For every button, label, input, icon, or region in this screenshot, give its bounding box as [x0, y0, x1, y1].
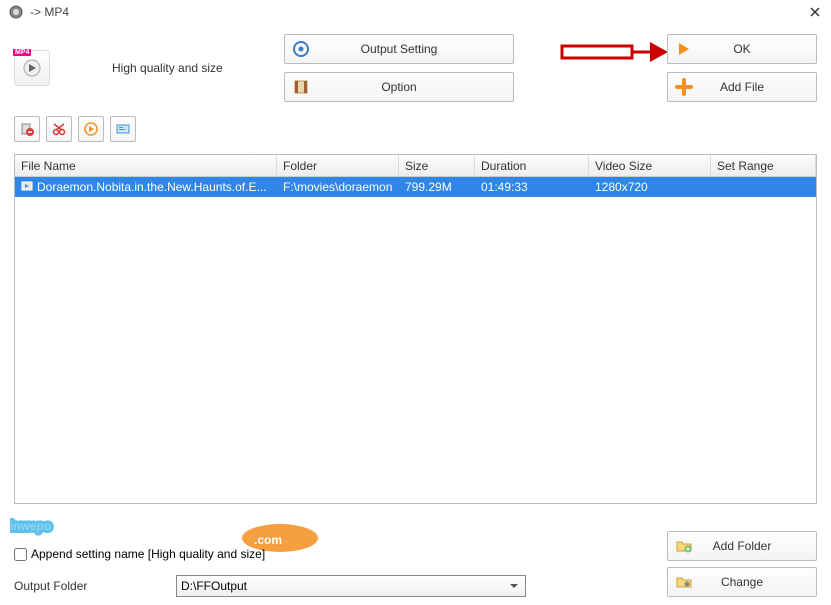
folder-gear-icon	[674, 572, 694, 592]
plus-icon	[674, 77, 694, 97]
append-setting-label: Append setting name [High quality and si…	[31, 547, 265, 561]
th-size[interactable]: Size	[399, 155, 475, 176]
play-arrow-icon	[674, 39, 694, 59]
top-section: MP4 High quality and size Output Setting…	[0, 24, 831, 112]
app-icon	[8, 4, 24, 20]
bottom-area: Append setting name [High quality and si…	[14, 547, 817, 597]
add-file-label: Add File	[720, 80, 764, 94]
add-folder-button[interactable]: Add Folder	[667, 531, 817, 561]
td-size: 799.29M	[399, 177, 475, 197]
remove-one-button[interactable]	[14, 116, 40, 142]
output-setting-button[interactable]: Output Setting	[284, 34, 514, 64]
svg-text:inwepo: inwepo	[10, 519, 51, 533]
chevron-down-icon	[507, 579, 521, 593]
scissors-icon	[51, 121, 67, 137]
details-button[interactable]	[110, 116, 136, 142]
th-duration[interactable]: Duration	[475, 155, 589, 176]
format-icon: MP4	[14, 50, 50, 86]
change-button[interactable]: Change	[667, 567, 817, 597]
small-toolbar	[0, 112, 831, 146]
remove-one-icon	[19, 121, 35, 137]
option-button[interactable]: Option	[284, 72, 514, 102]
output-folder-label: Output Folder	[14, 579, 164, 593]
quality-label: High quality and size	[62, 61, 242, 75]
format-badge: MP4	[13, 49, 31, 56]
right-button-group: OK Add File	[667, 34, 817, 102]
th-set-range[interactable]: Set Range	[711, 155, 816, 176]
th-file-name[interactable]: File Name	[15, 155, 277, 176]
play-icon	[83, 121, 99, 137]
bottom-right-buttons: Add Folder Change	[667, 531, 817, 597]
output-folder-value: D:\FFOutput	[181, 579, 247, 593]
th-folder[interactable]: Folder	[277, 155, 399, 176]
add-folder-label: Add Folder	[713, 539, 772, 553]
change-label: Change	[721, 575, 763, 589]
table-row[interactable]: Doraemon.Nobita.in.the.New.Haunts.of.E..…	[15, 177, 816, 197]
td-folder: F:\movies\doraemon	[277, 177, 399, 197]
append-setting-checkbox[interactable]	[14, 548, 27, 561]
table-header: File Name Folder Size Duration Video Siz…	[15, 155, 816, 177]
preview-button[interactable]	[78, 116, 104, 142]
file-table: File Name Folder Size Duration Video Siz…	[14, 154, 817, 504]
td-file-name: Doraemon.Nobita.in.the.New.Haunts.of.E..…	[15, 177, 277, 197]
remove-all-button[interactable]	[46, 116, 72, 142]
svg-text:.com: .com	[254, 533, 282, 547]
video-file-icon	[21, 178, 35, 197]
add-file-button[interactable]: Add File	[667, 72, 817, 102]
folder-plus-icon	[674, 536, 694, 556]
option-label: Option	[381, 80, 416, 94]
output-folder-select[interactable]: D:\FFOutput	[176, 575, 526, 597]
td-set-range	[711, 177, 816, 197]
gear-icon	[291, 39, 311, 59]
center-button-group: Output Setting Option	[284, 34, 514, 102]
titlebar: -> MP4	[0, 0, 831, 24]
td-video-size: 1280x720	[589, 177, 711, 197]
info-card-icon	[115, 121, 131, 137]
close-icon[interactable]	[807, 4, 823, 20]
svg-text:inwepo: inwepo	[10, 519, 51, 533]
output-setting-label: Output Setting	[361, 42, 438, 56]
td-duration: 01:49:33	[475, 177, 589, 197]
th-video-size[interactable]: Video Size	[589, 155, 711, 176]
ok-button[interactable]: OK	[667, 34, 817, 64]
ok-label: OK	[733, 42, 750, 56]
film-icon	[291, 77, 311, 97]
window-title: -> MP4	[30, 5, 807, 19]
